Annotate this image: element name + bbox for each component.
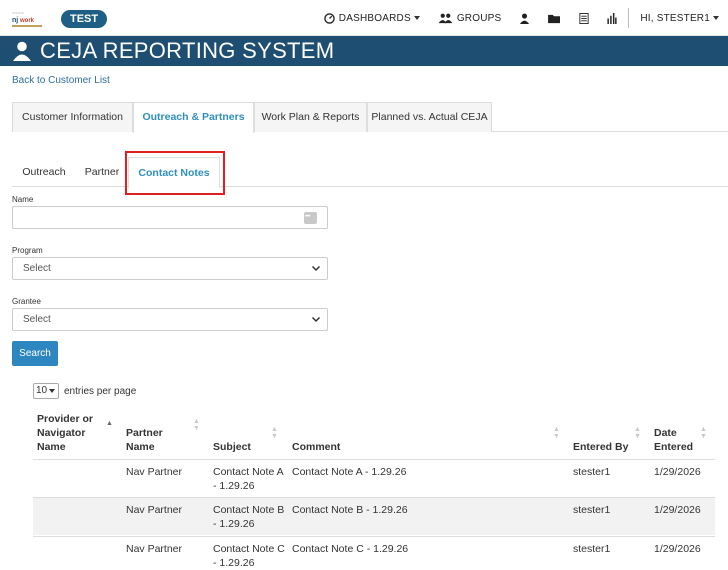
cell-subject-line2: - 1.29.26 [213, 557, 255, 569]
cell-comment: Contact Note B - 1.29.26 [292, 504, 408, 516]
dashboards-menu[interactable]: DASHBOARDS [315, 0, 429, 36]
user-icon [13, 41, 31, 61]
tab-partner[interactable]: Partner [76, 157, 128, 187]
col-entered-by[interactable]: Entered By [573, 440, 628, 454]
col-date-line2: Entered [654, 441, 694, 453]
environment-badge: TEST [61, 10, 108, 28]
list-icon [579, 12, 589, 24]
dashboard-icon [324, 12, 335, 24]
col-date-entered[interactable]: Date Entered [654, 426, 693, 454]
cell-subject-line1: Contact Note A [213, 466, 284, 478]
sort-icon[interactable]: ▲ ▼ [700, 426, 707, 440]
col-comment[interactable]: Comment [292, 440, 340, 454]
groups-link[interactable]: GROUPS [429, 0, 511, 36]
list-link[interactable] [570, 0, 598, 36]
program-selected-value: Select [23, 263, 51, 274]
tab-customer-information[interactable]: Customer Information [12, 102, 133, 132]
program-select[interactable]: Select [12, 257, 328, 280]
main-tabs: Customer Information Outreach & Partners… [12, 102, 728, 133]
caret-down-icon [49, 389, 55, 393]
svg-text:work: work [19, 18, 35, 24]
col-partner-name[interactable]: Partner Name [126, 426, 163, 454]
cell-date-entered: 1/29/2026 [654, 543, 701, 555]
cell-subject: Contact Note B - 1.29.26 [213, 503, 284, 531]
tab-outreach[interactable]: Outreach [12, 157, 76, 187]
nav-divider [628, 8, 630, 28]
col-provider-navigator-name[interactable]: Provider or Navigator Name [37, 412, 93, 454]
reports-chart-link[interactable] [598, 0, 626, 36]
folder-icon [548, 14, 561, 23]
ellipsis-icon[interactable] [304, 207, 317, 228]
sub-tabs: Outreach Partner Contact Notes [12, 157, 728, 188]
groups-icon [438, 13, 453, 23]
user-profile-link[interactable] [510, 0, 539, 36]
name-label: Name [12, 195, 34, 204]
sort-icon[interactable]: ▲ ▼ [271, 426, 278, 440]
cell-subject-line1: Contact Note C [213, 543, 285, 555]
name-input[interactable] [12, 206, 328, 229]
svg-text:nj: nj [12, 17, 18, 24]
cell-partner: Nav Partner [126, 504, 183, 516]
cell-date-entered: 1/29/2026 [654, 466, 701, 478]
search-button[interactable]: Search [12, 341, 58, 366]
tab-work-plan-reports[interactable]: Work Plan & Reports [254, 102, 367, 132]
cell-partner: Nav Partner [126, 543, 183, 555]
user-icon [520, 12, 530, 24]
sort-icon[interactable]: ▲ ▼ [193, 418, 200, 432]
sort-icon[interactable]: ▲ ▼ [634, 426, 641, 440]
cell-entered-by: stester1 [573, 504, 611, 516]
dashboards-label: DASHBOARDS [338, 12, 411, 24]
entries-per-page: 10 entries per page [33, 383, 136, 399]
col-provider-line2: Navigator [37, 427, 86, 439]
cell-subject-line2: - 1.29.26 [213, 518, 255, 530]
grantee-label: Grantee [12, 297, 41, 306]
top-nav-menu: DASHBOARDS GROUPS HI, STESTER1 [315, 0, 728, 36]
groups-label: GROUPS [456, 12, 502, 24]
col-partner-line2: Name [126, 441, 155, 453]
table-row[interactable]: Nav Partner Contact Note B - 1.29.26 Con… [33, 497, 715, 535]
chevron-down-icon [311, 265, 321, 272]
col-subject[interactable]: Subject [213, 440, 251, 454]
caret-down-icon [413, 16, 420, 20]
program-label: Program [12, 246, 43, 255]
cell-subject-line2: - 1.29.26 [213, 480, 255, 492]
cell-entered-by: stester1 [573, 466, 611, 478]
tab-planned-vs-actual[interactable]: Planned vs. Actual CEJA [367, 102, 492, 132]
back-to-customer-list-link[interactable]: Back to Customer List [12, 75, 110, 86]
grantee-select[interactable]: Select [12, 308, 328, 331]
cell-comment: Contact Note C - 1.29.26 [292, 543, 409, 555]
cell-date-entered: 1/29/2026 [654, 504, 701, 516]
table-row[interactable]: Nav Partner Contact Note A - 1.29.26 Con… [33, 459, 715, 497]
entries-per-page-label: entries per page [64, 385, 137, 397]
user-account-menu[interactable]: HI, STESTER1 [631, 0, 728, 36]
chevron-down-icon [311, 316, 321, 323]
ceja-logo[interactable]: ~~~~ nj work [12, 7, 52, 31]
highlight-annotation [125, 151, 225, 195]
user-greeting: HI, STESTER1 [640, 12, 710, 24]
col-provider-line1: Provider or [37, 413, 94, 425]
grantee-selected-value: Select [23, 314, 51, 325]
table-row[interactable]: Nav Partner Contact Note C - 1.29.26 Con… [33, 536, 715, 570]
top-navbar: ~~~~ nj work TEST DASHBOARDS GROUPS HI, … [0, 0, 728, 36]
col-provider-line3: Name [37, 441, 66, 453]
tab-outreach-partners[interactable]: Outreach & Partners [133, 102, 254, 133]
col-partner-line1: Partner [126, 427, 163, 439]
cell-subject: Contact Note C - 1.29.26 [213, 542, 285, 570]
page-title: CEJA REPORTING SYSTEM [40, 38, 335, 63]
col-date-line1: Date [654, 427, 677, 439]
cell-partner: Nav Partner [126, 466, 183, 478]
title-bar: CEJA REPORTING SYSTEM [0, 36, 728, 66]
cell-entered-by: stester1 [573, 543, 611, 555]
cell-subject: Contact Note A - 1.29.26 [213, 465, 284, 493]
page-length-select[interactable]: 10 [33, 383, 59, 399]
sort-ascending-icon[interactable]: ▲ [106, 420, 113, 427]
cell-comment: Contact Note A - 1.29.26 [292, 466, 407, 478]
sort-icon[interactable]: ▲ ▼ [553, 426, 560, 440]
cell-subject-line1: Contact Note B [213, 504, 285, 516]
chart-icon [607, 12, 617, 24]
page-length-value: 10 [36, 385, 48, 396]
folder-link[interactable] [539, 0, 570, 36]
caret-down-icon [713, 16, 719, 20]
